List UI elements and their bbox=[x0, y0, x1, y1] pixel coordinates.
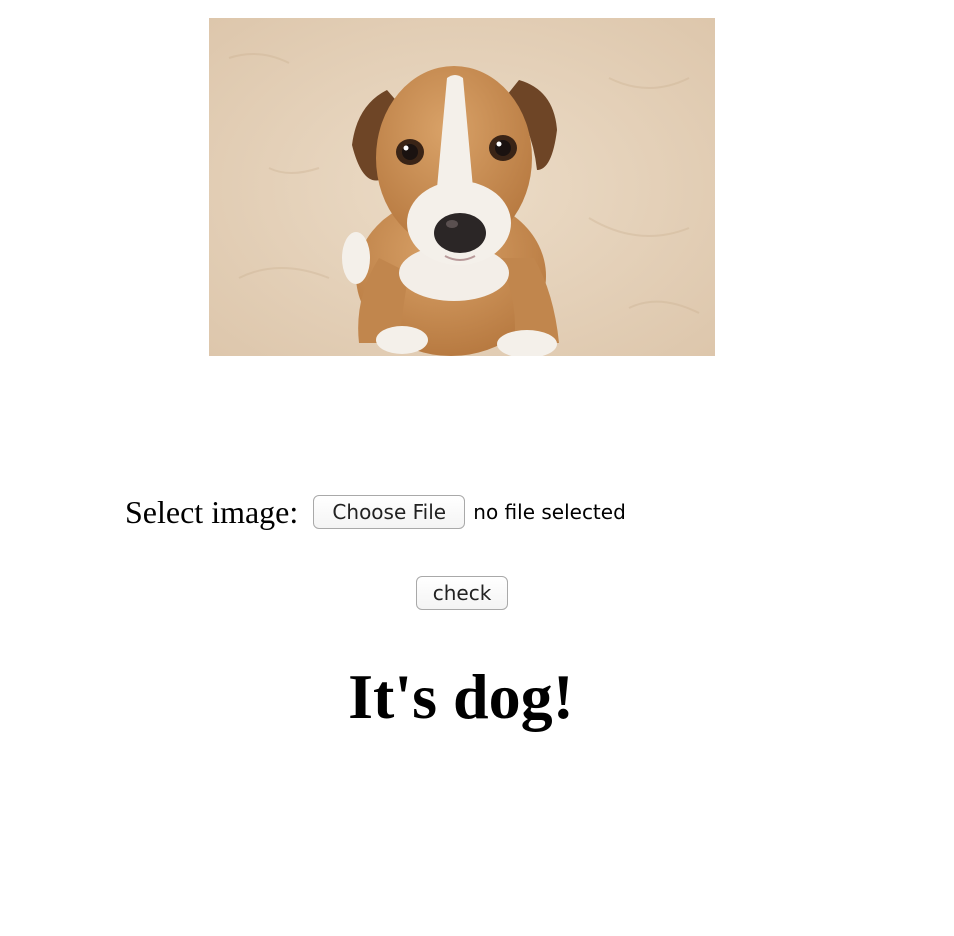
file-status-text: no file selected bbox=[473, 500, 626, 524]
puppy-image bbox=[209, 18, 715, 356]
file-select-row: Select image: Choose File no file select… bbox=[125, 492, 626, 532]
select-image-label: Select image: bbox=[125, 494, 299, 530]
puppy-photo bbox=[209, 18, 715, 356]
check-button[interactable]: check bbox=[416, 576, 508, 610]
result-heading: It's dog! bbox=[348, 661, 574, 732]
choose-file-button[interactable]: Choose File bbox=[313, 495, 466, 529]
page: Select image: Choose File no file select… bbox=[0, 0, 954, 936]
